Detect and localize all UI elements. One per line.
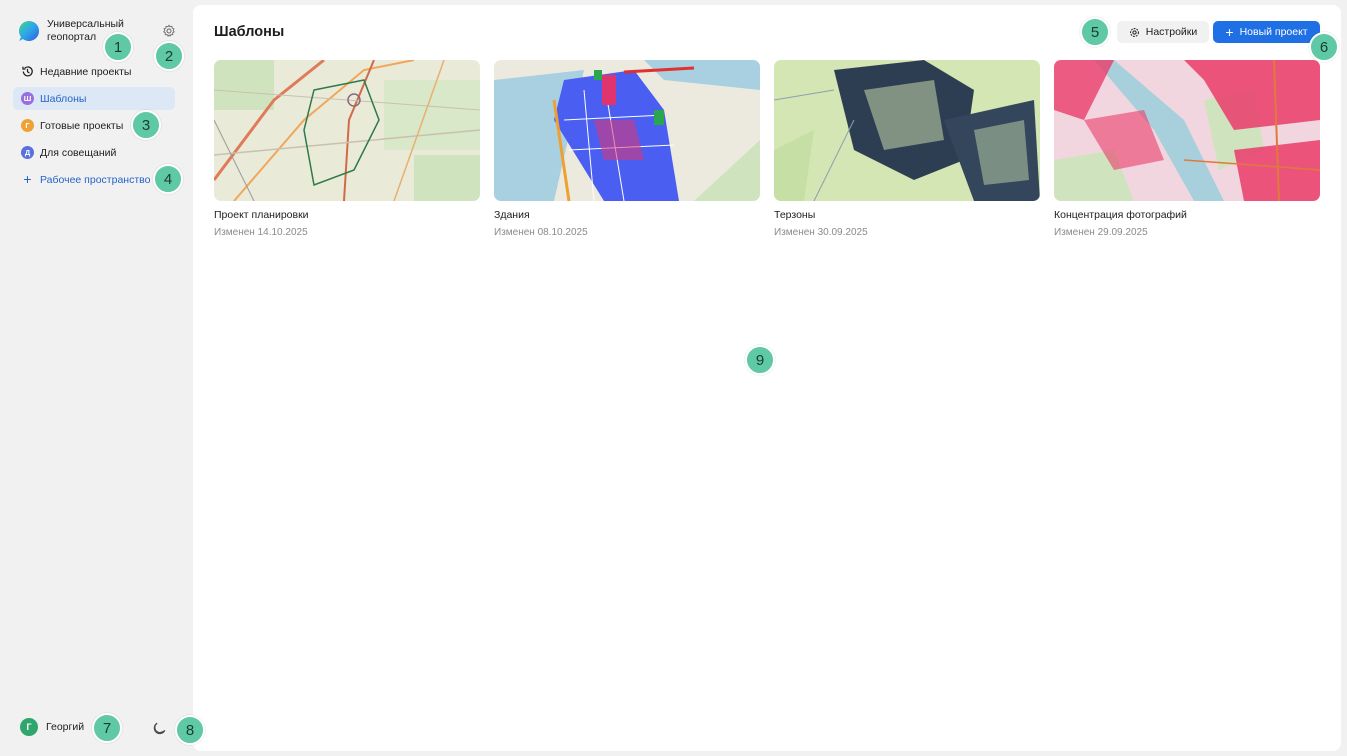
new-project-label: Новый проект: [1239, 26, 1308, 38]
page-title: Шаблоны: [214, 24, 285, 40]
card-title: Терзоны: [774, 209, 816, 221]
sidebar-item-label: Шаблоны: [40, 92, 87, 105]
sidebar-item-label: Недавние проекты: [40, 65, 132, 78]
template-card[interactable]: Концентрация фотографий Изменен 29.09.20…: [1054, 60, 1320, 238]
main-panel: Шаблоны Настройки + Новый проект Проект …: [193, 5, 1341, 751]
annotation-marker: 3: [131, 110, 161, 140]
add-workspace-label: Рабочее пространство: [40, 173, 151, 186]
map-thumbnail: [494, 60, 760, 201]
annotation-marker: 5: [1080, 17, 1110, 47]
sidebar-item-recent[interactable]: Недавние проекты: [13, 60, 175, 83]
card-title: Проект планировки: [214, 209, 309, 221]
card-date: Изменен 08.10.2025: [494, 227, 588, 238]
plus-icon: +: [1225, 24, 1234, 40]
map-thumbnail: [774, 60, 1040, 201]
card-title: Концентрация фотографий: [1054, 209, 1187, 221]
geoportal-logo-icon: [19, 21, 39, 41]
workspace-badge: Д: [21, 146, 34, 159]
sidebar-item-templates[interactable]: Ш Шаблоны: [13, 87, 175, 110]
template-card[interactable]: Здания Изменен 08.10.2025: [494, 60, 760, 238]
annotation-marker: 1: [103, 32, 133, 62]
user-profile[interactable]: Г Георгий: [20, 718, 84, 736]
gear-icon: [1129, 27, 1139, 37]
workspace-badge: Ш: [21, 92, 34, 105]
card-date: Изменен 30.09.2025: [774, 227, 868, 238]
annotation-marker: 2: [154, 41, 184, 71]
sidebar-item-label: Для совещаний: [40, 146, 117, 159]
history-icon: [22, 66, 33, 77]
sidebar-item-label: Готовые проекты: [40, 119, 124, 132]
add-workspace-button[interactable]: + Рабочее пространство: [13, 168, 175, 191]
annotation-marker: 6: [1309, 32, 1339, 62]
gear-icon[interactable]: [162, 24, 176, 38]
moon-icon[interactable]: [153, 721, 167, 735]
card-date: Изменен 29.09.2025: [1054, 227, 1148, 238]
avatar: Г: [20, 718, 38, 736]
map-thumbnail: [1054, 60, 1320, 201]
plus-icon: +: [23, 171, 32, 187]
template-card[interactable]: Терзоны Изменен 30.09.2025: [774, 60, 1040, 238]
new-project-button[interactable]: + Новый проект: [1213, 21, 1320, 43]
template-card[interactable]: Проект планировки Изменен 14.10.2025: [214, 60, 480, 238]
settings-button-label: Настройки: [1145, 26, 1198, 38]
sidebar-item-meetings[interactable]: Д Для совещаний: [13, 141, 175, 164]
annotation-marker: 9: [745, 345, 775, 375]
workspace-badge: Г: [21, 119, 34, 132]
card-title: Здания: [494, 209, 530, 221]
annotation-marker: 7: [92, 713, 122, 743]
annotation-marker: 4: [153, 164, 183, 194]
user-name: Георгий: [46, 721, 85, 733]
settings-button[interactable]: Настройки: [1117, 21, 1209, 43]
sidebar: Универсальный геопортал Недавние проекты…: [0, 0, 193, 756]
map-thumbnail: [214, 60, 480, 201]
annotation-marker: 8: [175, 715, 205, 745]
card-date: Изменен 14.10.2025: [214, 227, 308, 238]
